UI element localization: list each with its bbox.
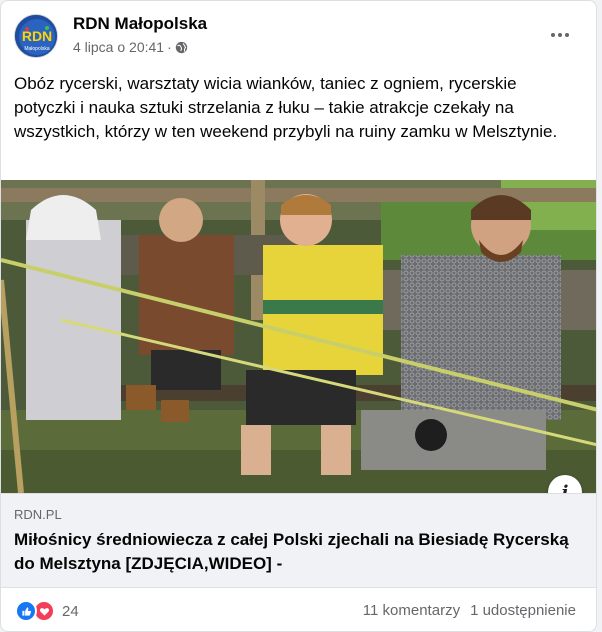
logo-subtext: Małopolska bbox=[24, 46, 50, 52]
rdn-logo: RDN Małopolska bbox=[15, 15, 57, 57]
post-header: RDN Małopolska RDN Małopolska 4 lipca o … bbox=[1, 1, 596, 65]
globe-icon bbox=[175, 41, 188, 54]
post-meta: 4 lipca o 20:41 · bbox=[73, 39, 188, 55]
meta-separator: · bbox=[167, 39, 172, 55]
post-timestamp[interactable]: 4 lipca o 20:41 bbox=[73, 39, 164, 55]
like-reaction-icon bbox=[15, 600, 37, 622]
medieval-camp-photo bbox=[1, 180, 596, 493]
post-text: Obóz rycerski, warsztaty wicia wianków, … bbox=[14, 74, 558, 141]
avatar[interactable]: RDN Małopolska bbox=[14, 14, 58, 58]
comments-count-link[interactable]: 11 komentarzy bbox=[363, 602, 460, 619]
engagement-stats: 11 komentarzy 1 udostępnienie bbox=[363, 602, 576, 619]
shares-count-link[interactable]: 1 udostępnienie bbox=[470, 602, 576, 619]
link-preview[interactable]: RDN.PL Miłośnicy średniowiecza z całej P… bbox=[1, 493, 596, 588]
more-options-icon[interactable] bbox=[542, 21, 578, 49]
link-domain: RDN.PL bbox=[14, 507, 62, 522]
post-card: RDN Małopolska RDN Małopolska 4 lipca o … bbox=[0, 0, 597, 632]
page-name-link[interactable]: RDN Małopolska bbox=[73, 14, 207, 34]
link-title[interactable]: Miłośnicy średniowiecza z całej Polski z… bbox=[14, 528, 579, 576]
reactions-summary[interactable]: 24 bbox=[15, 600, 79, 622]
reaction-count: 24 bbox=[62, 602, 79, 620]
post-photo[interactable] bbox=[1, 180, 596, 493]
post-footer: 24 11 komentarzy 1 udostępnienie bbox=[1, 589, 596, 631]
